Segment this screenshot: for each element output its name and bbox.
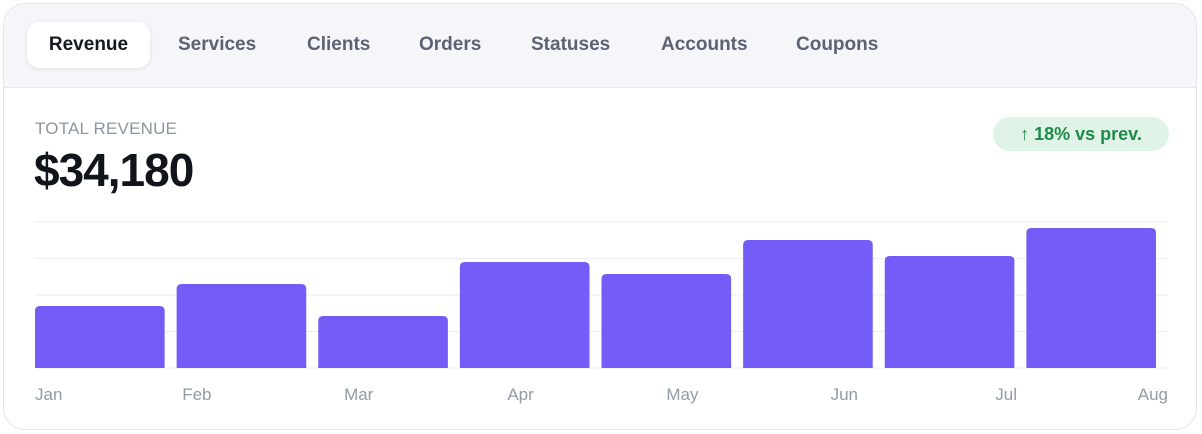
chart-x-label: Feb bbox=[182, 385, 211, 404]
chart-x-label: Apr bbox=[507, 385, 534, 404]
chart-x-label: Jun bbox=[831, 385, 858, 404]
chart-bar-mar[interactable] bbox=[318, 316, 448, 368]
chart-bar-apr[interactable] bbox=[459, 262, 590, 368]
chart-bar-feb[interactable] bbox=[176, 284, 307, 368]
chart-bar-jul[interactable] bbox=[884, 256, 1015, 368]
revenue-bar-chart: Jan Feb Mar Apr May Jun Jul Aug bbox=[35, 221, 1168, 404]
chart-bars bbox=[35, 228, 1156, 368]
chart-x-labels: Jan Feb Mar Apr May Jun Jul Aug bbox=[35, 385, 1168, 404]
chart-x-label: Jan bbox=[35, 385, 62, 404]
chart-x-label: Mar bbox=[344, 385, 374, 404]
revenue-card: Revenue Services Clients Orders Statuses… bbox=[3, 3, 1197, 430]
chart-bar-may[interactable] bbox=[601, 274, 732, 368]
chart-bar-jun[interactable] bbox=[743, 240, 873, 368]
chart-bar-jan[interactable] bbox=[35, 306, 165, 368]
chart-bar-aug[interactable] bbox=[1026, 228, 1156, 368]
chart-x-label: Aug bbox=[1138, 385, 1168, 404]
chart-x-label: Jul bbox=[995, 385, 1017, 404]
chart-x-label: May bbox=[666, 385, 699, 404]
